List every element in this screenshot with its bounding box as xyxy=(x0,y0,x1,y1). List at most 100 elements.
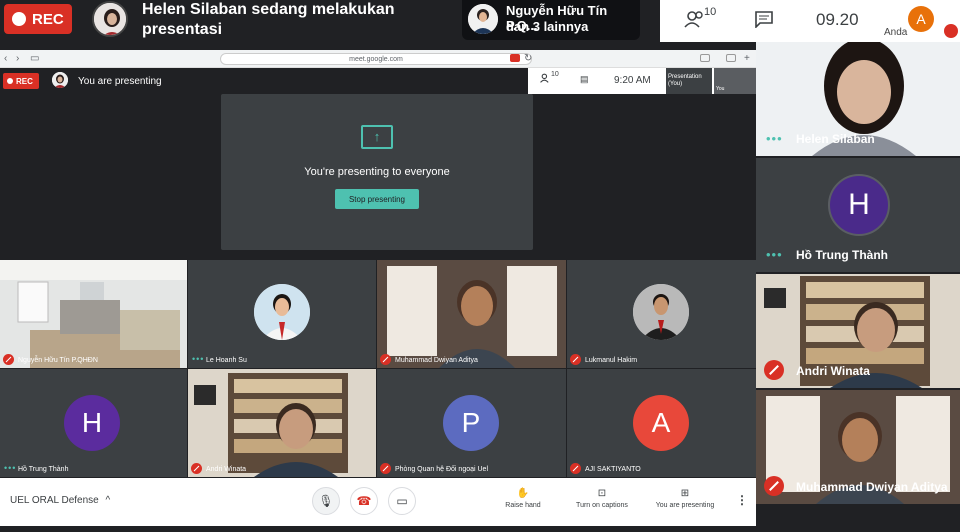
microphone-button[interactable]: 🎙 xyxy=(312,487,340,515)
presenting-label: You are presenting xyxy=(655,502,715,509)
stop-presenting-button[interactable]: Stop presenting xyxy=(335,189,419,209)
presenting-card: ↑ You're presenting to everyone Stop pre… xyxy=(221,94,533,250)
participant-tile[interactable]: ••• Le Hoanh Su xyxy=(188,260,376,368)
sidebar-tile[interactable]: Muhammad Dwiyan Aditya xyxy=(756,390,960,504)
chevron-up-icon: ^ xyxy=(105,495,111,506)
mic-off-icon xyxy=(764,476,784,496)
forward-icon[interactable]: › xyxy=(16,53,19,64)
sidebar-icon[interactable]: ▭ xyxy=(30,53,39,64)
participant-video xyxy=(188,369,376,477)
participant-video xyxy=(377,260,566,368)
camera-icon: ▭ xyxy=(396,494,408,508)
camera-button[interactable]: ▭ xyxy=(388,487,416,515)
sidebar-tile[interactable]: Andri Winata xyxy=(756,274,960,388)
sidebar-tile[interactable]: ••• Helen Silaban xyxy=(756,42,960,156)
inner-clock: 9:20 AM xyxy=(614,75,651,86)
speaking-indicator: ••• xyxy=(4,463,17,473)
participant-name: Andri Winata xyxy=(206,466,247,473)
pinned-avatar xyxy=(468,4,498,34)
microphone-icon: 🎙 xyxy=(318,494,334,508)
participant-avatar: H xyxy=(828,174,890,236)
mic-off-icon xyxy=(191,463,202,474)
mic-off-icon xyxy=(380,354,391,365)
tabs-icon[interactable] xyxy=(726,54,736,62)
participant-tile[interactable]: Lukmanul Hakim xyxy=(567,260,756,368)
meeting-details-button[interactable]: UEL ORAL Defense ^ xyxy=(10,495,110,506)
participant-name: Andri Winata xyxy=(796,364,870,378)
top-bar: REC Helen Silaban sedang melakukan prese… xyxy=(0,0,960,42)
participant-tile[interactable]: H ••• Hồ Trung Thành xyxy=(0,369,187,477)
participant-name: Hồ Trung Thành xyxy=(18,466,69,473)
recording-label: REC xyxy=(32,10,64,28)
raise-hand-button[interactable]: ✋ Raise hand xyxy=(488,478,558,526)
share-icon[interactable] xyxy=(700,54,710,62)
presentation-tile[interactable]: Presentation (You) xyxy=(666,68,712,94)
participant-name: AJI SAKTIYANTO xyxy=(585,466,641,473)
meeting-name: UEL ORAL Defense xyxy=(10,495,99,506)
inner-recording-badge: REC xyxy=(3,73,39,89)
speaking-indicator: ••• xyxy=(192,354,205,364)
inner-presenter-avatar xyxy=(52,72,68,88)
participant-avatar: P xyxy=(443,395,499,451)
self-tile[interactable]: You xyxy=(714,68,756,94)
browser-window: ‹ › ▭ meet.google.com ↻ + REC You are pr… xyxy=(0,50,756,526)
captions-label: Turn on captions xyxy=(576,502,628,509)
captions-icon: ⊡ xyxy=(597,488,607,499)
hand-icon: ✋ xyxy=(516,488,530,499)
presenting-status: You are presenting xyxy=(78,76,162,87)
back-icon[interactable]: ‹ xyxy=(4,53,7,64)
people-button[interactable]: 10 xyxy=(684,6,716,31)
sidebar-tile[interactable]: H ••• Hồ Trung Thành xyxy=(756,158,960,272)
new-tab-icon[interactable]: + xyxy=(744,53,750,64)
inner-toolbar: 10 ▤ 9:20 AM Presentation (You) You xyxy=(528,68,756,94)
speaking-indicator: ••• xyxy=(766,247,783,262)
participant-name: Lukmanul Hakim xyxy=(585,357,638,364)
inner-people-count: 10 xyxy=(551,71,559,78)
presenter-banner: Helen Silaban sedang melakukan presentas… xyxy=(142,1,395,38)
participant-name: Phòng Quan hệ Đối ngoại Uel xyxy=(395,466,489,473)
participant-avatar: H xyxy=(64,395,120,451)
participant-avatar: A xyxy=(633,395,689,451)
record-icon xyxy=(12,12,26,26)
people-count: 10 xyxy=(704,6,717,18)
participant-name: Hồ Trung Thành xyxy=(796,248,888,262)
participant-tile[interactable]: Nguyễn Hữu Tín P.QHĐN xyxy=(0,260,187,368)
people-icon xyxy=(684,11,703,28)
participant-tile[interactable]: P Phòng Quan hệ Đối ngoại Uel xyxy=(377,369,566,477)
speaking-indicator: ••• xyxy=(766,131,783,146)
present-screen-icon: ↑ xyxy=(361,125,393,149)
pinned-participant[interactable]: Nguyễn Hữu Tín P.Q... dan 3 lainnya xyxy=(462,0,640,40)
participant-tile[interactable]: Muhammad Dwiyan Aditya xyxy=(377,260,566,368)
mic-muted-icon xyxy=(944,24,958,38)
meeting-controls: UEL ORAL Defense ^ 🎙 ☎ ▭ ✋ Raise hand ⊡ … xyxy=(0,478,756,526)
self-avatar[interactable]: A xyxy=(908,6,934,32)
captions-button[interactable]: ⊡ Turn on captions xyxy=(567,478,637,526)
address-bar[interactable]: meet.google.com xyxy=(220,53,532,65)
participant-name: Le Hoanh Su xyxy=(206,357,247,364)
mic-off-icon xyxy=(570,463,581,474)
inner-people-button[interactable]: 10 xyxy=(540,71,559,85)
presenting-button[interactable]: ⊞ You are presenting xyxy=(650,478,720,526)
participant-name: Helen Silaban xyxy=(796,132,875,146)
mic-off-icon xyxy=(764,360,784,380)
participant-photo xyxy=(633,284,689,340)
chat-button[interactable] xyxy=(754,10,774,33)
inner-recording-label: REC xyxy=(16,76,33,86)
inner-chat-icon[interactable]: ▤ xyxy=(580,74,589,85)
participant-tile[interactable]: A AJI SAKTIYANTO xyxy=(567,369,756,477)
camera-icon[interactable] xyxy=(510,54,520,62)
participant-photo xyxy=(254,284,310,340)
more-options-icon[interactable]: ⋮ xyxy=(736,493,748,507)
participant-tile[interactable]: Andri Winata xyxy=(188,369,376,477)
chat-icon xyxy=(755,11,773,29)
hang-up-icon: ☎ xyxy=(356,494,372,508)
leave-call-button[interactable]: ☎ xyxy=(350,487,378,515)
participant-name: Nguyễn Hữu Tín P.QHĐN xyxy=(18,357,98,364)
screen: { "top": { "rec_label": "REC", "presente… xyxy=(0,0,960,532)
reload-icon[interactable]: ↻ xyxy=(524,53,532,64)
self-label: Anda xyxy=(884,27,908,38)
raise-hand-label: Raise hand xyxy=(505,502,541,509)
presenting-message: You're presenting to everyone xyxy=(304,166,450,178)
mic-off-icon xyxy=(570,354,581,365)
recording-badge: REC xyxy=(4,4,72,34)
